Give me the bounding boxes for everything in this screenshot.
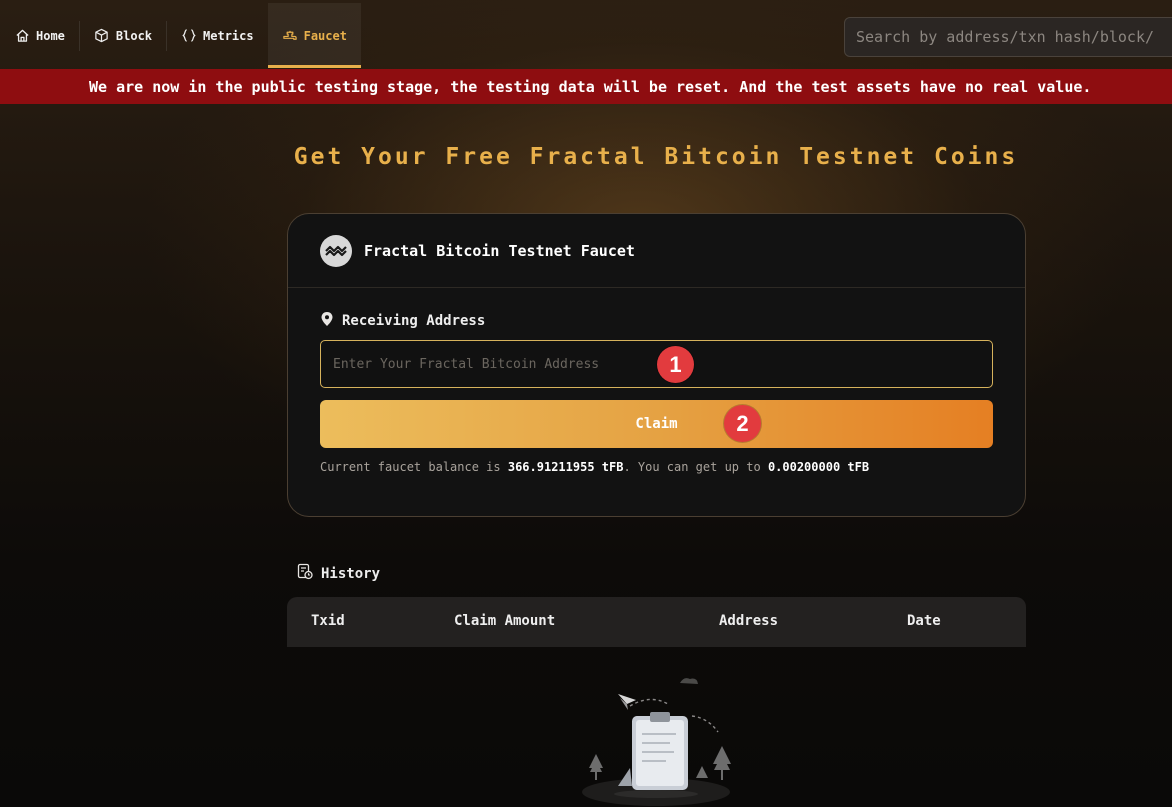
balance-prefix: Current faucet balance is	[320, 460, 508, 474]
column-header-address: Address	[719, 613, 779, 629]
receiving-address-label: Receiving Address	[320, 311, 485, 331]
nav-item-home[interactable]: Home	[0, 3, 79, 68]
notice-text: We are now in the public testing stage, …	[89, 77, 1092, 96]
nav-item-faucet[interactable]: Faucet	[267, 3, 362, 68]
braces-icon	[181, 28, 197, 44]
nav-item-block[interactable]: Block	[80, 3, 166, 68]
search-input[interactable]: Search by address/txn hash/block/	[844, 17, 1172, 57]
step-marker-1: 1	[657, 346, 694, 383]
faucet-icon	[282, 28, 298, 44]
column-header-claim-amount: Claim Amount	[454, 613, 556, 629]
balance-middle: . You can get up to	[623, 460, 768, 474]
card-title: Fractal Bitcoin Testnet Faucet	[364, 241, 635, 260]
home-icon	[14, 28, 30, 44]
notice-banner: We are now in the public testing stage, …	[0, 69, 1172, 104]
nav-label-faucet: Faucet	[303, 28, 347, 43]
card-header: Fractal Bitcoin Testnet Faucet	[288, 214, 1025, 288]
receiving-address-text: Receiving Address	[342, 313, 486, 329]
history-table-header: Txid Claim Amount Address Date	[287, 597, 1026, 647]
history-title: History	[321, 565, 381, 582]
fractal-logo-icon	[320, 234, 352, 267]
history-heading: History	[297, 563, 380, 584]
column-header-txid: Txid	[311, 613, 345, 629]
claim-button[interactable]: Claim	[320, 400, 993, 448]
column-header-date: Date	[907, 613, 941, 629]
nav-label-block: Block	[115, 28, 153, 43]
cube-icon	[94, 28, 110, 44]
empty-state-illustration	[570, 668, 750, 807]
nav-item-metrics[interactable]: Metrics	[167, 3, 268, 68]
location-pin-icon	[320, 311, 334, 331]
nav-label-home: Home	[36, 28, 65, 43]
step-marker-2: 2	[724, 405, 761, 442]
nav-label-metrics: Metrics	[203, 28, 254, 43]
history-icon	[297, 563, 313, 584]
search-placeholder: Search by address/txn hash/block/	[856, 28, 1155, 46]
faucet-balance-info: Current faucet balance is 366.91211955 t…	[320, 460, 869, 474]
limit-value: 0.00200000 tFB	[767, 460, 870, 474]
page-title: Get Your Free Fractal Bitcoin Testnet Co…	[293, 144, 1019, 170]
balance-value: 366.91211955 tFB	[507, 460, 624, 474]
